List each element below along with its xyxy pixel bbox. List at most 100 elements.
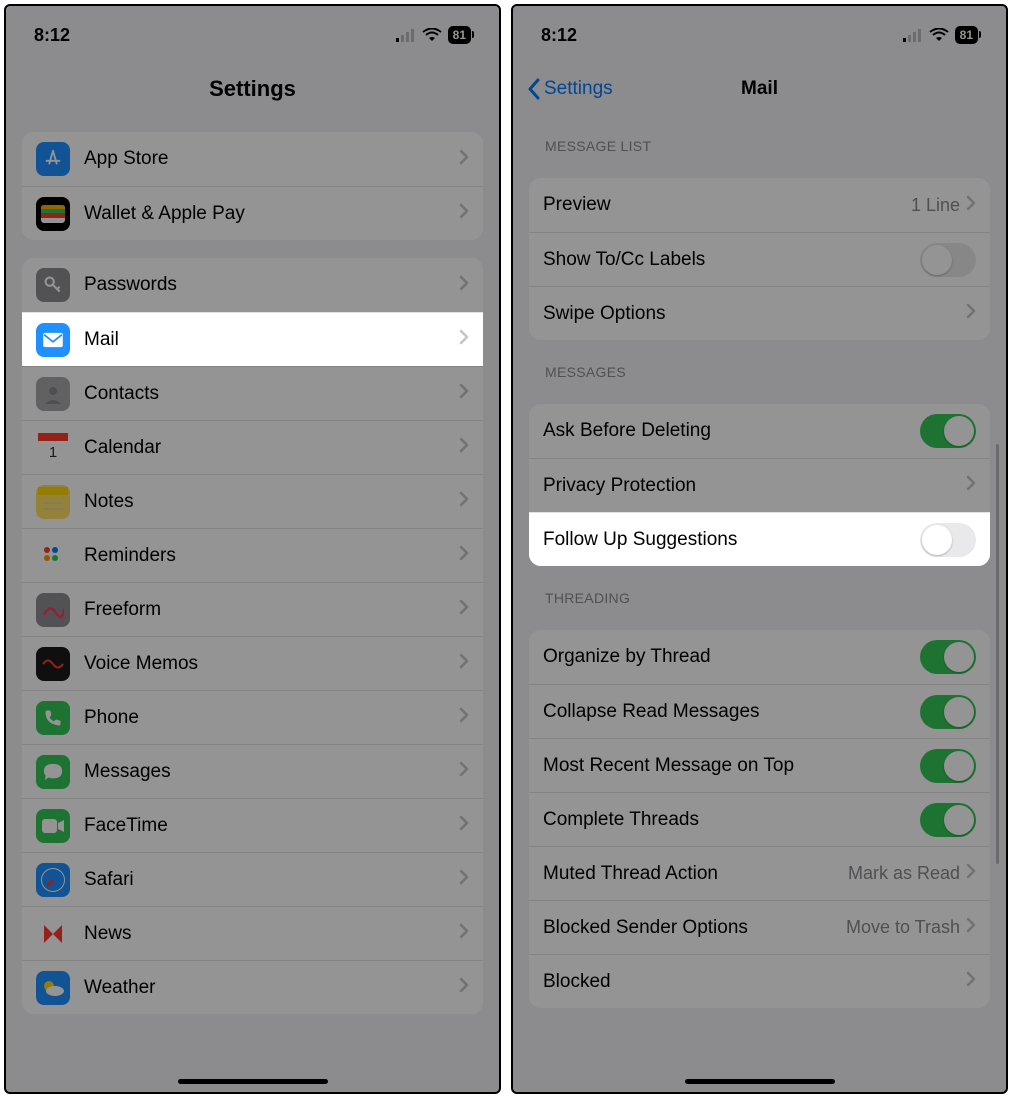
chevron-right-icon (459, 761, 469, 782)
home-indicator (685, 1079, 835, 1084)
settings-row-weather[interactable]: Weather (22, 960, 483, 1014)
row-label: Calendar (84, 437, 459, 459)
row-tocc[interactable]: Show To/Cc Labels (529, 232, 990, 286)
toggle-followup[interactable] (920, 523, 976, 557)
settings-group: Ask Before Deleting Privacy Protection Fol… (529, 404, 990, 566)
row-label: Swipe Options (543, 303, 966, 325)
toggle-collapse[interactable] (920, 695, 976, 729)
chevron-right-icon (459, 329, 469, 345)
chevron-right-icon (966, 475, 976, 491)
settings-group: Passwords MailContacts1CalendarNotes Remin… (22, 258, 483, 1014)
row-complete[interactable]: Complete Threads (529, 792, 990, 846)
settings-row-calendar[interactable]: 1Calendar (22, 420, 483, 474)
row-recent[interactable]: Most Recent Message on Top (529, 738, 990, 792)
settings-row-voicememos[interactable]: Voice Memos (22, 636, 483, 690)
settings-row-safari[interactable]: Safari (22, 852, 483, 906)
voicememos-icon (36, 647, 70, 681)
row-label: Passwords (84, 274, 459, 296)
row-blockedopt[interactable]: Blocked Sender OptionsMove to Trash (529, 900, 990, 954)
row-label: Weather (84, 977, 459, 999)
toggle-organize[interactable] (920, 640, 976, 674)
row-label: Most Recent Message on Top (543, 755, 920, 777)
chevron-right-icon (459, 149, 469, 165)
chevron-right-icon (459, 275, 469, 291)
row-label: Follow Up Suggestions (543, 529, 920, 551)
row-preview[interactable]: Preview1 Line (529, 178, 990, 232)
settings-row-phone[interactable]: Phone (22, 690, 483, 744)
chevron-right-icon (966, 971, 976, 987)
cell-signal-icon (903, 29, 923, 42)
chevron-right-icon (966, 475, 976, 496)
section-header: Messages (513, 340, 1006, 386)
settings-row-appstore[interactable]: App Store (22, 132, 483, 186)
chevron-right-icon (459, 869, 469, 890)
chevron-left-icon (527, 78, 540, 100)
chevron-right-icon (966, 195, 976, 216)
settings-row-mail[interactable]: Mail (22, 312, 483, 366)
settings-row-reminders[interactable]: Reminders (22, 528, 483, 582)
right-phone: 8:12 81 Settings Mail Message ListPrevie… (511, 4, 1008, 1094)
status-bar: 8:12 81 (513, 6, 1006, 64)
chevron-right-icon (459, 599, 469, 620)
settings-group: App StoreWallet & Apple Pay (22, 132, 483, 240)
wifi-icon (422, 28, 442, 42)
settings-row-news[interactable]: News (22, 906, 483, 960)
toggle-askdel[interactable] (920, 414, 976, 448)
weather-icon (36, 971, 70, 1005)
safari-icon (36, 863, 70, 897)
chevron-right-icon (459, 977, 469, 993)
settings-row-messages[interactable]: Messages (22, 744, 483, 798)
chevron-right-icon (966, 863, 976, 879)
row-label: News (84, 923, 459, 945)
chevron-right-icon (459, 977, 469, 998)
toggle-recent[interactable] (920, 749, 976, 783)
chevron-right-icon (459, 203, 469, 219)
chevron-right-icon (459, 203, 469, 224)
chevron-right-icon (459, 545, 469, 561)
page-title: Settings (6, 76, 499, 102)
row-label: Reminders (84, 545, 459, 567)
row-collapse[interactable]: Collapse Read Messages (529, 684, 990, 738)
settings-row-passwords[interactable]: Passwords (22, 258, 483, 312)
row-label: Preview (543, 194, 911, 216)
row-privacy[interactable]: Privacy Protection (529, 458, 990, 512)
row-organize[interactable]: Organize by Thread (529, 630, 990, 684)
mail-icon (36, 323, 70, 357)
row-label: Show To/Cc Labels (543, 249, 920, 271)
toggle-complete[interactable] (920, 803, 976, 837)
chevron-right-icon (459, 491, 469, 512)
battery-icon: 81 (448, 26, 471, 44)
scrollbar[interactable] (996, 444, 999, 864)
row-value: 1 Line (911, 195, 960, 216)
settings-row-notes[interactable]: Notes (22, 474, 483, 528)
row-swipe[interactable]: Swipe Options (529, 286, 990, 340)
row-label: Safari (84, 869, 459, 891)
news-icon (36, 917, 70, 951)
chevron-right-icon (459, 707, 469, 728)
freeform-icon (36, 593, 70, 627)
settings-row-freeform[interactable]: Freeform (22, 582, 483, 636)
status-right: 81 (903, 26, 978, 44)
chevron-right-icon (459, 869, 469, 885)
row-label: Phone (84, 707, 459, 729)
settings-row-facetime[interactable]: FaceTime (22, 798, 483, 852)
status-time: 8:12 (541, 25, 577, 46)
settings-row-contacts[interactable]: Contacts (22, 366, 483, 420)
chevron-right-icon (459, 761, 469, 777)
messages-icon (36, 755, 70, 789)
row-followup[interactable]: Follow Up Suggestions (529, 512, 990, 566)
row-label: Ask Before Deleting (543, 420, 920, 442)
row-blocked[interactable]: Blocked (529, 954, 990, 1008)
cell-signal-icon (396, 29, 416, 42)
row-askdel[interactable]: Ask Before Deleting (529, 404, 990, 458)
row-label: Voice Memos (84, 653, 459, 675)
row-muted[interactable]: Muted Thread ActionMark as Read (529, 846, 990, 900)
passwords-icon (36, 268, 70, 302)
chevron-right-icon (966, 863, 976, 884)
toggle-tocc[interactable] (920, 243, 976, 277)
row-label: Messages (84, 761, 459, 783)
settings-row-wallet[interactable]: Wallet & Apple Pay (22, 186, 483, 240)
settings-group: Preview1 Line Show To/Cc Labels Swipe Opti… (529, 178, 990, 340)
back-button[interactable]: Settings (527, 78, 613, 100)
phone-icon (36, 701, 70, 735)
